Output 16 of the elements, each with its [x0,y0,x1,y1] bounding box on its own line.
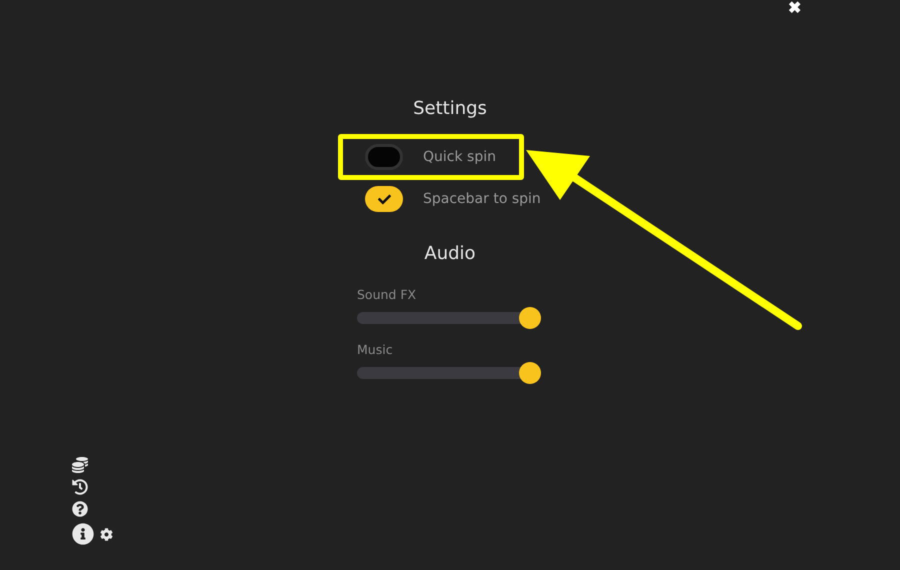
slider-track[interactable] [357,307,541,329]
slider-thumb[interactable] [519,362,541,384]
toggle-switch[interactable] [365,186,403,212]
slider-label: Music [357,342,393,357]
info-icon [72,523,94,545]
toggle-label: Quick spin [423,149,496,165]
slider-thumb[interactable] [519,307,541,329]
settings-title: Settings [413,98,487,119]
toggle-switch[interactable] [365,144,403,170]
settings-icon[interactable] [100,528,113,540]
slider-label: Sound FX [357,287,416,302]
close-button[interactable]: ✖ [788,1,801,17]
slider-track[interactable] [357,362,541,384]
audio-title: Audio [424,243,476,264]
toggle-label: Spacebar to spin [423,191,541,207]
check-icon [378,192,390,206]
